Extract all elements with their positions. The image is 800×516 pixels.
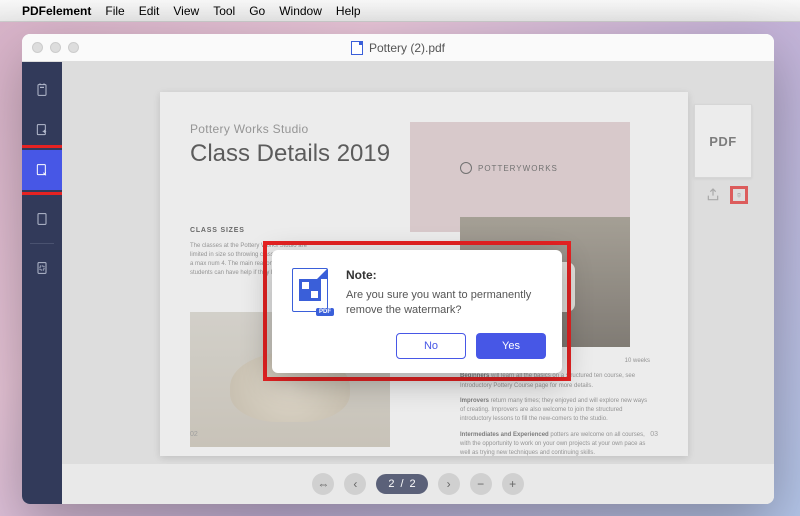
prev-page-button[interactable]: ‹ (344, 473, 366, 495)
dialog-app-icon: PDF (288, 268, 332, 318)
left-sidebar (22, 62, 62, 504)
dialog-message: Are you sure you want to permanently rem… (346, 288, 546, 319)
traffic-lights (32, 42, 79, 53)
menu-view[interactable]: View (173, 4, 199, 18)
sidebar-divider (30, 243, 54, 244)
no-button[interactable]: No (396, 333, 466, 359)
sidebar-thumbnails[interactable] (22, 70, 62, 110)
menubar: PDFelement File Edit View Tool Go Window… (0, 0, 800, 22)
fit-width-button[interactable]: ⇔ (312, 473, 334, 495)
sidebar-crop[interactable] (22, 248, 62, 288)
zoom-window-button[interactable] (68, 42, 79, 53)
next-page-button[interactable]: › (438, 473, 460, 495)
titlebar: Pottery (2).pdf (22, 34, 774, 62)
document-canvas: Pottery Works Studio Class Details 2019 … (62, 62, 774, 504)
menu-help[interactable]: Help (336, 4, 361, 18)
menu-window[interactable]: Window (279, 4, 322, 18)
window-title-text: Pottery (2).pdf (369, 41, 445, 55)
total-pages: 2 (410, 478, 416, 490)
close-window-button[interactable] (32, 42, 43, 53)
app-window: Pottery (2).pdf (22, 34, 774, 504)
export-icon (34, 122, 50, 138)
page-separator: / (400, 478, 403, 490)
menu-edit[interactable]: Edit (139, 4, 160, 18)
blank-page-icon (34, 211, 50, 227)
window-title: Pottery (2).pdf (351, 41, 445, 55)
menu-go[interactable]: Go (249, 4, 265, 18)
sidebar-export[interactable] (22, 110, 62, 150)
zoom-out-button[interactable]: − (470, 473, 492, 495)
thumbnails-icon (34, 82, 50, 98)
crop-icon (34, 260, 50, 276)
annotation-highlight (22, 145, 67, 195)
confirm-dialog: PDF Note: Are you sure you want to perma… (272, 250, 562, 373)
menu-tool[interactable]: Tool (213, 4, 235, 18)
sidebar-blank-page[interactable] (22, 199, 62, 239)
footer-toolbar: ⇔ ‹ 2 / 2 › − + (62, 464, 774, 504)
page-indicator[interactable]: 2 / 2 (376, 474, 427, 494)
current-page: 2 (388, 478, 394, 490)
yes-button[interactable]: Yes (476, 333, 546, 359)
sidebar-watermark-tool[interactable] (22, 150, 62, 190)
pdf-file-icon (351, 41, 363, 55)
zoom-in-button[interactable]: + (502, 473, 524, 495)
dialog-title: Note: (346, 268, 546, 282)
minimize-window-button[interactable] (50, 42, 61, 53)
app-menu[interactable]: PDFelement (22, 4, 91, 18)
menu-file[interactable]: File (105, 4, 124, 18)
